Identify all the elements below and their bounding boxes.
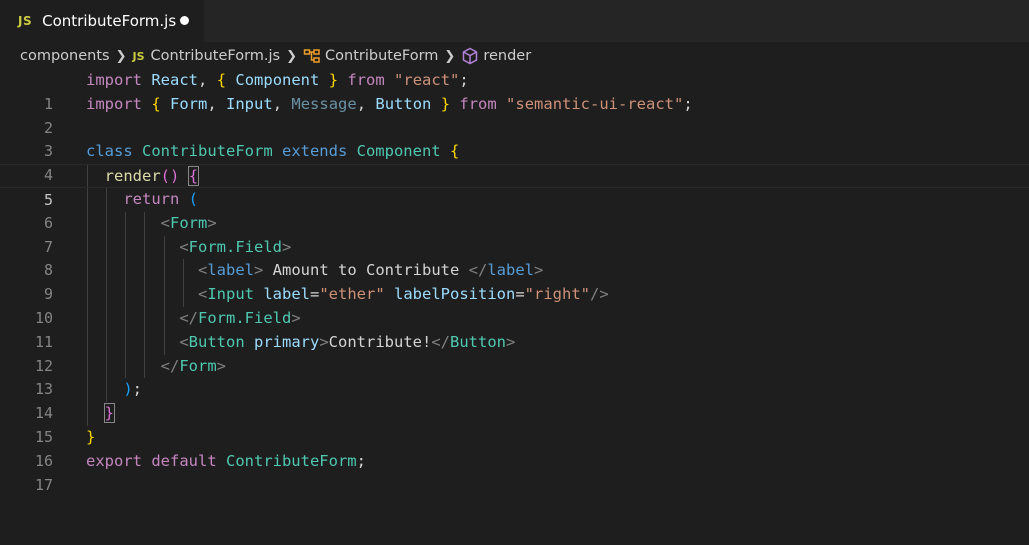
code-text: <Form> xyxy=(160,213,217,232)
code-line: 2 import { Form, Input, Message, Button … xyxy=(0,93,1029,137)
code-line: 10 <Input label="ether" labelPosition="r… xyxy=(0,283,1029,327)
breadcrumb-folder[interactable]: components xyxy=(20,48,110,64)
js-file-icon: JS xyxy=(18,14,33,28)
breadcrumb-method[interactable]: render xyxy=(483,48,531,64)
js-file-icon: JS xyxy=(132,49,145,63)
breadcrumb-class[interactable]: ContributeForm xyxy=(325,48,438,64)
code-text: export default ContributeForm; xyxy=(86,451,366,470)
code-line: 16 } xyxy=(0,426,1029,470)
breadcrumb-file[interactable]: ContributeForm.js xyxy=(151,48,281,64)
code-text: import React, { Component } from "react"… xyxy=(86,71,469,89)
class-symbol-icon xyxy=(303,48,321,64)
code-line: 7 <Form> xyxy=(0,211,1029,256)
code-text: </Form> xyxy=(160,356,226,375)
code-text: </Form.Field> xyxy=(179,308,301,327)
code-text: <label> Amount to Contribute </label> xyxy=(197,261,544,280)
code-line: 12 <Button primary>Contribute!</Button> xyxy=(0,330,1029,375)
code-line: 11 </Form.Field> xyxy=(0,306,1029,351)
chevron-right-icon: ❯ xyxy=(286,48,298,64)
code-line-current: 5 render() { xyxy=(0,164,1029,209)
code-line: 8 <Form.Field> xyxy=(0,235,1029,279)
code-text: <Form.Field> xyxy=(179,237,292,256)
code-text: import { Form, Input, Message, Button } … xyxy=(86,94,693,113)
code-text: ); xyxy=(123,380,143,399)
code-line: 1 import React, { Component } from "reac… xyxy=(0,69,1029,113)
code-text: render() { xyxy=(104,166,200,187)
code-text: } xyxy=(86,427,96,446)
chevron-right-icon: ❯ xyxy=(115,48,127,64)
code-line: 3 xyxy=(0,117,1029,160)
method-cube-icon xyxy=(461,47,479,65)
code-line: 17 export default ContributeForm; xyxy=(0,450,1029,494)
code-text: } xyxy=(103,403,116,424)
code-line: 15 } xyxy=(0,402,1029,446)
tab-contributeform[interactable]: JS ContributeForm.js xyxy=(0,0,204,42)
unsaved-dot-icon[interactable] xyxy=(180,16,189,25)
code-line: 4 class ContributeForm extends Component… xyxy=(0,140,1029,184)
code-line: 6 return ( xyxy=(0,187,1029,232)
tab-title: ContributeForm.js xyxy=(42,12,177,30)
code-text: <Input label="ether" labelPosition="righ… xyxy=(197,285,609,304)
code-line: 9 <label> Amount to Contribute </label> xyxy=(0,259,1029,303)
line-number: 17 xyxy=(34,475,53,494)
tab-bar: JS ContributeForm.js xyxy=(0,0,1029,42)
code-line: 14 ); xyxy=(0,378,1029,422)
chevron-right-icon: ❯ xyxy=(444,48,456,64)
code-text: <Button primary>Contribute!</Button> xyxy=(179,332,516,351)
breadcrumb: components ❯ JS ContributeForm.js ❯ Cont… xyxy=(0,42,1029,70)
code-text: return ( xyxy=(123,189,198,208)
code-editor[interactable]: 1 import React, { Component } from "reac… xyxy=(0,69,1029,494)
code-text: class ContributeForm extends Component { xyxy=(86,142,460,161)
code-line: 13 </Form> xyxy=(0,354,1029,398)
